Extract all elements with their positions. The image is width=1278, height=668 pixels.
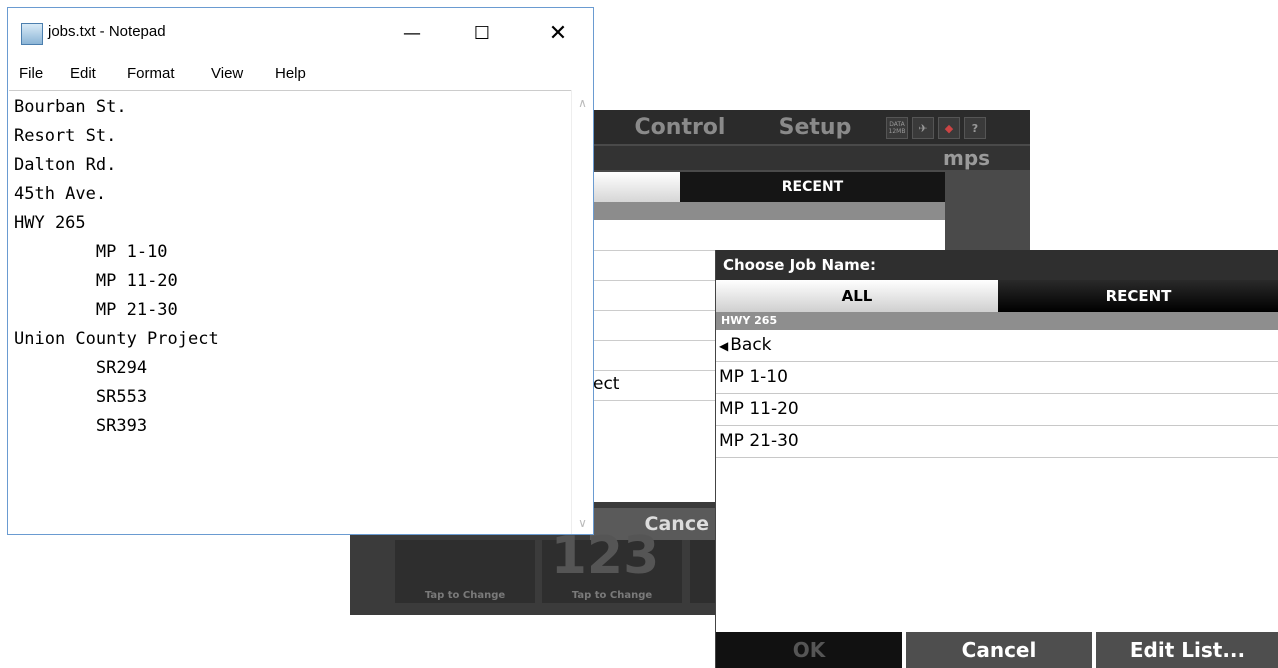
menu-help[interactable]: Help <box>275 65 306 82</box>
menu-format[interactable]: Format <box>127 65 175 82</box>
bg-tile[interactable]: Tap to Change <box>395 540 535 603</box>
help-icon[interactable]: ? <box>964 117 986 139</box>
data-12mb-icon[interactable]: DATA 12MB <box>886 117 908 139</box>
tab-all[interactable]: ALL <box>716 280 998 312</box>
menu-file[interactable]: File <box>19 65 43 82</box>
maximize-button[interactable]: ☐ <box>459 16 505 50</box>
back-label: Back <box>730 335 772 355</box>
job-list: ◀ Back MP 1-10 MP 11-20 MP 21-30 <box>716 330 1278 458</box>
bg-tab-recent[interactable]: RECENT <box>680 172 945 202</box>
dialog-title: Choose Job Name: <box>716 250 1278 280</box>
back-item[interactable]: ◀ Back <box>716 330 1278 362</box>
breadcrumb: HWY 265 <box>716 312 1278 330</box>
signal-icon[interactable]: ◆ <box>938 117 960 139</box>
tile-label: Tap to Change <box>571 590 653 601</box>
menu-edit[interactable]: Edit <box>70 65 96 82</box>
bg-tile-number: 123 <box>550 526 660 586</box>
edit-list-button[interactable]: Edit List... <box>1096 632 1278 668</box>
notepad-icon <box>21 23 43 45</box>
cancel-button[interactable]: Cancel <box>906 632 1092 668</box>
window-title: jobs.txt - Notepad <box>48 23 166 40</box>
choose-job-dialog: Choose Job Name: ALL RECENT HWY 265 ◀ Bac… <box>715 250 1278 668</box>
scroll-up-icon[interactable]: ∧ <box>572 96 593 110</box>
bg-subheader-text: mps <box>943 146 991 170</box>
scroll-down-icon[interactable]: ∨ <box>572 516 593 530</box>
back-arrow-icon: ◀ <box>719 339 729 353</box>
minimize-button[interactable]: — <box>389 16 435 50</box>
list-item[interactable]: MP 11-20 <box>716 394 1278 426</box>
tab-setup[interactable]: Setup <box>760 114 870 140</box>
close-button[interactable]: ✕ <box>535 16 581 50</box>
menu-bar: File Edit Format View Help <box>8 61 593 87</box>
list-item[interactable]: MP 1-10 <box>716 362 1278 394</box>
vertical-scrollbar[interactable]: ∧ ∨ <box>571 90 593 534</box>
dialog-button-bar: OK Cancel Edit List... <box>716 632 1278 668</box>
ok-button[interactable]: OK <box>716 632 902 668</box>
tab-control[interactable]: Control <box>605 114 755 140</box>
list-item[interactable]: MP 21-30 <box>716 426 1278 458</box>
tile-label: Tap to Change <box>424 590 506 601</box>
title-bar[interactable]: jobs.txt - Notepad — ☐ ✕ <box>8 8 593 58</box>
tab-recent[interactable]: RECENT <box>998 280 1278 312</box>
menu-view[interactable]: View <box>211 65 243 82</box>
notepad-window: jobs.txt - Notepad — ☐ ✕ File Edit Forma… <box>7 7 594 535</box>
text-editor[interactable]: Bourban St. Resort St. Dalton Rd. 45th A… <box>9 90 571 534</box>
satellite-icon[interactable]: ✈ <box>912 117 934 139</box>
bg-list-item-text[interactable]: ect <box>593 374 619 394</box>
